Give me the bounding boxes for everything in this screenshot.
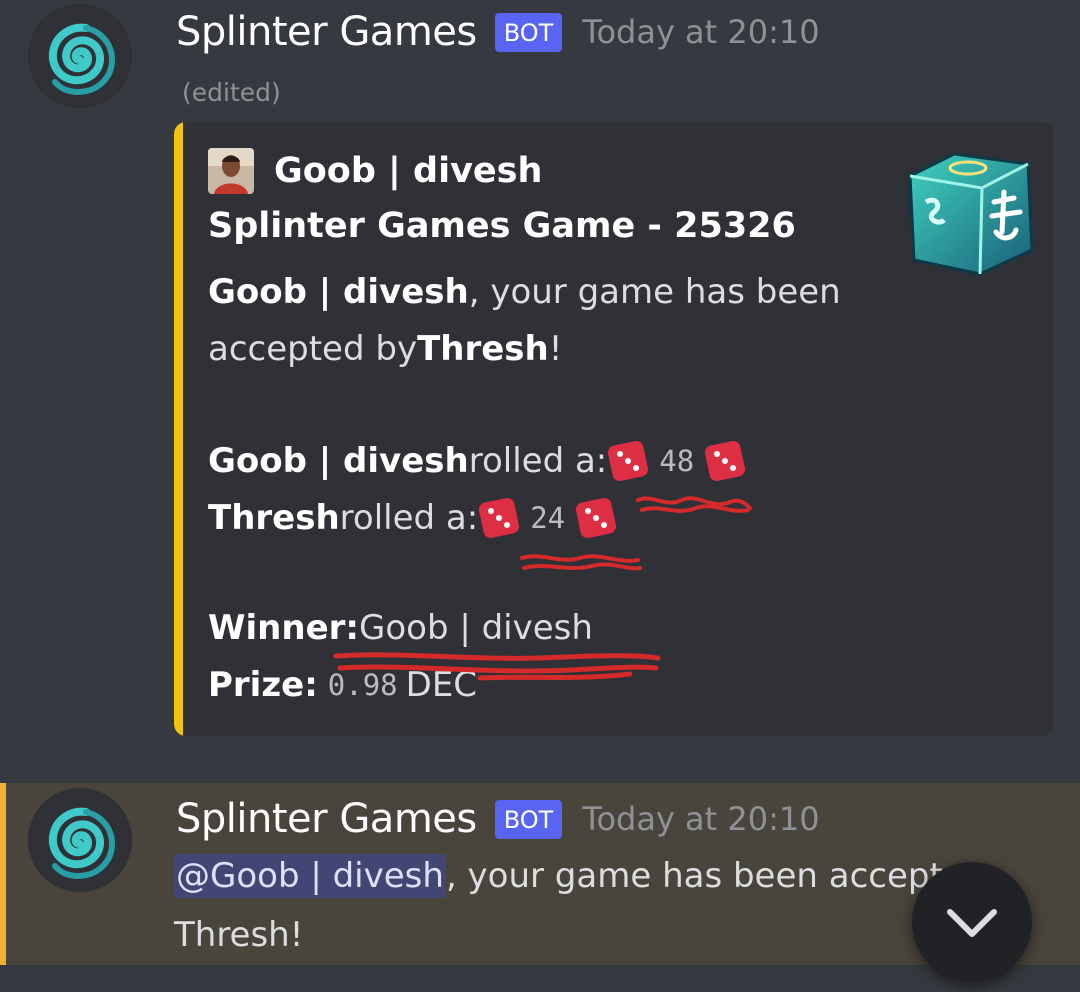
roll-text: rolled a:: [468, 441, 608, 481]
jump-to-bottom-button[interactable]: [912, 862, 1032, 982]
timestamp: Today at 20:10: [582, 800, 820, 838]
player-name: Goob | divesh: [208, 272, 469, 312]
username[interactable]: Splinter Games: [176, 9, 477, 55]
message-header: Splinter Games BOT Today at 20:10: [176, 2, 820, 62]
red-die-icon: [478, 497, 520, 539]
result-line-2: accepted by Thresh!: [208, 329, 562, 369]
message-header: Splinter Games BOT Today at 20:10: [176, 789, 820, 849]
result-text: accepted by: [208, 329, 418, 369]
swirl-icon: [28, 4, 132, 108]
message-text-line-2: Thresh!: [174, 915, 304, 955]
bot-avatar[interactable]: [28, 4, 132, 108]
red-die-icon: [704, 440, 746, 482]
author-profile-photo: [208, 148, 254, 194]
result-text: , your game has been: [468, 272, 841, 312]
user-mention[interactable]: @Goob | divesh: [174, 854, 446, 898]
message-content: @Goob | divesh, your game has been accep…: [174, 854, 943, 898]
roll-value: 48: [659, 444, 695, 478]
username[interactable]: Splinter Games: [176, 796, 477, 842]
result-end: !: [548, 329, 563, 369]
chevron-down-icon: [947, 909, 997, 937]
game-embed: Goob | divesh Splinter Games Game - 2532…: [174, 122, 1054, 736]
opponent-name: Thresh: [417, 329, 549, 369]
red-scribble-mark: [333, 652, 661, 681]
prize-label: Prize:: [208, 665, 318, 705]
roll-text: rolled a:: [339, 498, 479, 538]
swirl-icon: [28, 788, 132, 892]
embed-accent-bar: [174, 122, 183, 736]
bot-tag: BOT: [494, 799, 563, 839]
roll-player-name: Goob | divesh: [208, 441, 469, 481]
roll-value: 24: [530, 501, 566, 535]
mention-highlight-bar: [0, 783, 6, 965]
dice-cube-icon[interactable]: [896, 132, 1044, 280]
message-text: , your game has been accept: [445, 856, 943, 896]
timestamp: Today at 20:10: [582, 13, 820, 51]
winner-value: Goob | divesh: [359, 608, 593, 648]
roll-line-2: Thresh rolled a: 24: [208, 497, 617, 539]
red-scribble-mark: [520, 554, 642, 571]
roll-line-1: Goob | divesh rolled a: 48: [208, 440, 746, 482]
bot-tag: BOT: [494, 12, 563, 52]
red-die-icon: [607, 440, 649, 482]
winner-label: Winner:: [208, 608, 359, 648]
red-scribble-mark: [636, 496, 752, 513]
embed-author: Goob | divesh: [208, 148, 542, 194]
result-line-1: Goob | divesh, your game has been: [208, 272, 841, 312]
winner-line: Winner: Goob | divesh: [208, 608, 593, 648]
message-1: Splinter Games BOT Today at 20:10 (edite…: [0, 0, 1080, 780]
bot-avatar[interactable]: [28, 788, 132, 892]
roll-player-name: Thresh: [208, 498, 340, 538]
edited-label: (edited): [182, 78, 281, 107]
red-die-icon: [575, 497, 617, 539]
embed-title: Splinter Games Game - 25326: [208, 206, 796, 246]
embed-author-name[interactable]: Goob | divesh: [274, 151, 542, 191]
